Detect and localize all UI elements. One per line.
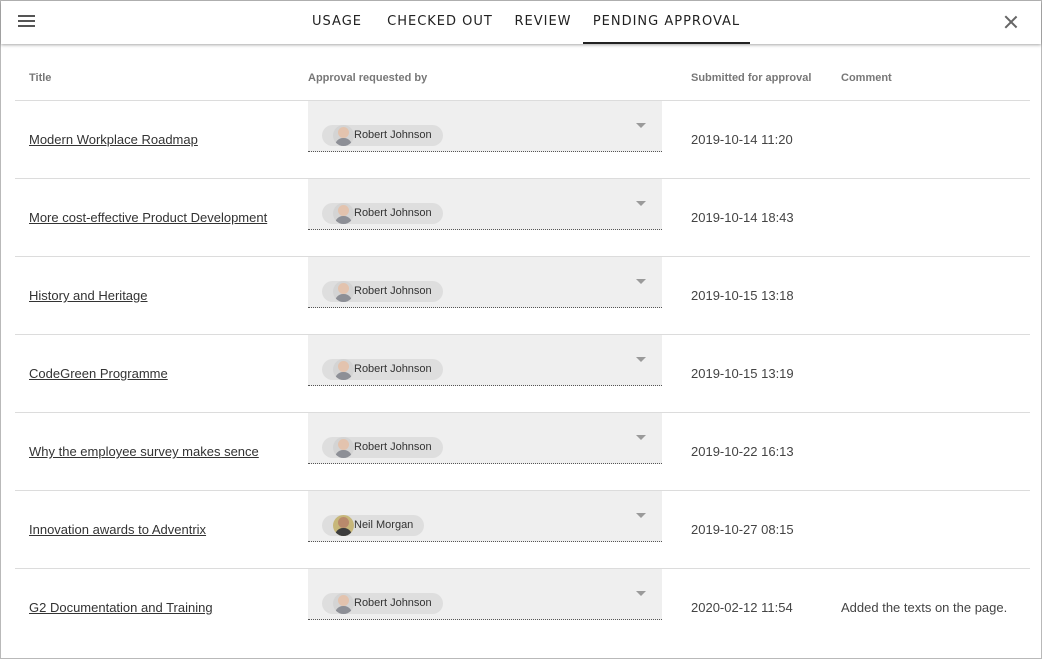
- column-header-title[interactable]: Title: [29, 72, 51, 84]
- column-header-submitted-for-approval[interactable]: Submitted for approval: [691, 72, 811, 84]
- table-row: More cost-effective Product Development …: [15, 179, 1030, 257]
- person-chip[interactable]: Robert Johnson: [322, 203, 443, 224]
- chevron-down-icon[interactable]: [636, 435, 646, 440]
- document-title-link[interactable]: G2 Documentation and Training: [29, 600, 213, 615]
- document-title-link[interactable]: More cost-effective Product Development: [29, 210, 267, 225]
- document-title-link[interactable]: Modern Workplace Roadmap: [29, 132, 198, 147]
- approver-picker[interactable]: Robert Johnson: [308, 101, 662, 152]
- person-chip[interactable]: Neil Morgan: [322, 515, 425, 536]
- table-row: Why the employee survey makes sence Robe…: [15, 413, 1030, 491]
- close-icon[interactable]: [1001, 12, 1021, 32]
- approver-picker[interactable]: Robert Johnson: [308, 413, 662, 464]
- person-name: Neil Morgan: [354, 519, 414, 531]
- person-name: Robert Johnson: [354, 441, 432, 453]
- chevron-down-icon[interactable]: [636, 123, 646, 128]
- tab-pending-approval[interactable]: PENDING APPROVAL: [583, 1, 750, 44]
- person-name: Robert Johnson: [354, 285, 432, 297]
- submitted-date: 2019-10-14 18:43: [691, 210, 794, 225]
- chevron-down-icon[interactable]: [636, 513, 646, 518]
- column-header-approval-requested-by[interactable]: Approval requested by: [308, 72, 427, 84]
- submitted-date: 2019-10-14 11:20: [691, 132, 793, 147]
- approver-picker[interactable]: Robert Johnson: [308, 179, 662, 230]
- approver-picker[interactable]: Robert Johnson: [308, 335, 662, 386]
- table-row: Modern Workplace Roadmap Robert Johnson …: [15, 101, 1030, 179]
- submitted-date: 2019-10-22 16:13: [691, 444, 794, 459]
- person-chip[interactable]: Robert Johnson: [322, 125, 443, 146]
- tab-checked-out[interactable]: CHECKED OUT: [385, 1, 495, 44]
- approver-picker[interactable]: Robert Johnson: [308, 257, 662, 308]
- avatar: [333, 437, 354, 458]
- submitted-date: 2020-02-12 11:54: [691, 600, 793, 615]
- tab-usage[interactable]: USAGE: [307, 1, 367, 44]
- avatar: [333, 593, 354, 614]
- person-name: Robert Johnson: [354, 207, 432, 219]
- column-header-comment[interactable]: Comment: [841, 72, 892, 84]
- document-title-link[interactable]: History and Heritage: [29, 288, 148, 303]
- avatar: [333, 515, 354, 536]
- table-row: History and Heritage Robert Johnson 2019…: [15, 257, 1030, 335]
- submitted-date: 2019-10-27 08:15: [691, 522, 794, 537]
- document-title-link[interactable]: Why the employee survey makes sence: [29, 444, 259, 459]
- document-title-link[interactable]: Innovation awards to Adventrix: [29, 522, 206, 537]
- chevron-down-icon[interactable]: [636, 279, 646, 284]
- chevron-down-icon[interactable]: [636, 591, 646, 596]
- avatar: [333, 281, 354, 302]
- person-chip[interactable]: Robert Johnson: [322, 593, 443, 614]
- tab-review[interactable]: REVIEW: [510, 1, 576, 44]
- top-navigation-bar: USAGE CHECKED OUT REVIEW PENDING APPROVA…: [1, 1, 1041, 44]
- approver-picker[interactable]: Neil Morgan: [308, 491, 662, 542]
- table-row: G2 Documentation and Training Robert Joh…: [15, 569, 1030, 647]
- comment-text: Added the texts on the page.: [841, 600, 1008, 615]
- table-row: Innovation awards to Adventrix Neil Morg…: [15, 491, 1030, 569]
- chevron-down-icon[interactable]: [636, 357, 646, 362]
- hamburger-menu-icon[interactable]: [17, 13, 37, 31]
- chevron-down-icon[interactable]: [636, 201, 646, 206]
- avatar: [333, 203, 354, 224]
- document-title-link[interactable]: CodeGreen Programme: [29, 366, 168, 381]
- approver-picker[interactable]: Robert Johnson: [308, 569, 662, 620]
- table-header: Title Approval requested by Submitted fo…: [15, 56, 1030, 101]
- person-chip[interactable]: Robert Johnson: [322, 281, 443, 302]
- submitted-date: 2019-10-15 13:19: [691, 366, 794, 381]
- avatar: [333, 125, 354, 146]
- person-chip[interactable]: Robert Johnson: [322, 437, 443, 458]
- submitted-date: 2019-10-15 13:18: [691, 288, 794, 303]
- person-name: Robert Johnson: [354, 363, 432, 375]
- table-row: CodeGreen Programme Robert Johnson 2019-…: [15, 335, 1030, 413]
- person-name: Robert Johnson: [354, 129, 432, 141]
- avatar: [333, 359, 354, 380]
- person-chip[interactable]: Robert Johnson: [322, 359, 443, 380]
- person-name: Robert Johnson: [354, 597, 432, 609]
